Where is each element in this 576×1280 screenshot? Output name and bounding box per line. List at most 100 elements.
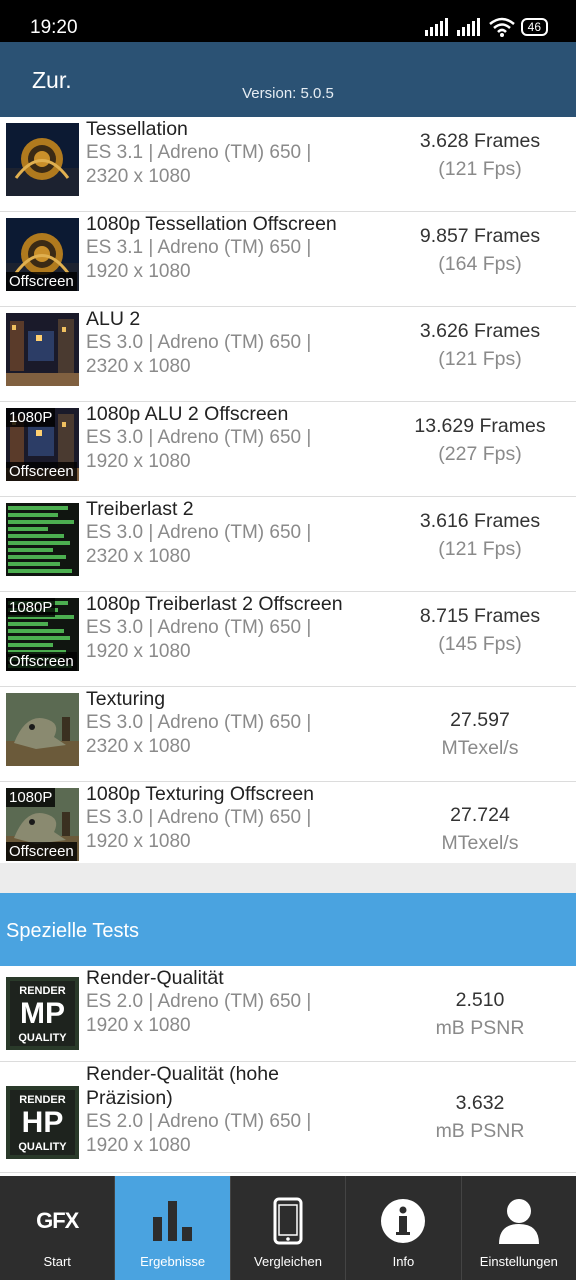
score-unit: (164 Fps) (438, 253, 522, 275)
score-value: 3.626 Frames (419, 320, 541, 342)
test-score: 3.616 Frames (121 Fps) (382, 507, 576, 563)
test-resolution: 1920 x 1080 (86, 1135, 191, 1156)
alu-icon: 1080P Offscreen (6, 408, 79, 481)
test-row[interactable]: Treiberlast 2 ES 3.0 | Adreno (TM) 650 | 2… (0, 497, 576, 592)
clock: 19:20 (30, 17, 78, 38)
resolution-badge: 1080P (6, 788, 56, 807)
special-test-row[interactable]: RENDER HP QUALITY Render-Qualität (hohe Präz… (0, 1062, 576, 1173)
texturing-icon (6, 693, 79, 766)
score-value: 13.629 Frames (414, 415, 546, 437)
score-value: 2.510 (455, 989, 505, 1011)
test-resolution: 1920 x 1080 (86, 1015, 191, 1036)
version-label: Version: 5.0.5 (242, 85, 334, 102)
score-value: 9.857 Frames (419, 225, 541, 247)
score-value: 27.597 (450, 709, 510, 731)
badge-quality: QUALITY (18, 1032, 67, 1044)
tab-label: Ergebnisse (140, 1254, 206, 1269)
test-score: 27.597 MTexel/s (382, 706, 576, 762)
test-resolution: 2320 x 1080 (86, 356, 191, 377)
test-title: Treiberlast 2 (86, 498, 194, 520)
tab-vergleichen[interactable]: Vergleichen (229, 1176, 345, 1280)
render-quality-icon: RENDER HP QUALITY (6, 1086, 79, 1159)
test-score: 3.632 mB PSNR (382, 1089, 576, 1145)
test-title: ALU 2 (86, 308, 141, 330)
user-icon (498, 1199, 539, 1244)
test-score: 3.626 Frames (121 Fps) (382, 317, 576, 373)
score-value: 3.632 (455, 1092, 505, 1114)
offscreen-badge: Offscreen (6, 842, 77, 861)
test-results-list: Tessellation ES 3.1 | Adreno (TM) 650 | 23… (0, 117, 576, 877)
badge-mode: MP (20, 997, 65, 1030)
badge-mode: HP (21, 1106, 64, 1139)
score-value: 27.724 (450, 804, 510, 826)
resolution-badge: 1080P (6, 598, 56, 617)
tab-label: Einstellungen (479, 1254, 558, 1269)
test-row[interactable]: Tessellation ES 3.1 | Adreno (TM) 650 | 23… (0, 117, 576, 212)
info-icon (381, 1199, 426, 1243)
test-api: ES 2.0 | Adreno (TM) 650 | (86, 1111, 312, 1132)
tab-ergebnisse[interactable]: Ergebnisse (114, 1176, 230, 1280)
test-api: ES 3.0 | Adreno (TM) 650 | (86, 332, 312, 353)
section-spacer (0, 863, 576, 893)
test-score: 9.857 Frames (164 Fps) (382, 222, 576, 278)
test-api: ES 3.0 | Adreno (TM) 650 | (86, 712, 312, 733)
test-row[interactable]: Texturing ES 3.0 | Adreno (TM) 650 | 2320 … (0, 687, 576, 782)
test-title: 1080p Tessellation Offscreen (86, 213, 337, 235)
section-title: Spezielle Tests (6, 920, 140, 942)
status-bar: 19:20 46 (0, 0, 576, 42)
resolution-badge: 1080P (6, 408, 56, 427)
test-score: 13.629 Frames (227 Fps) (382, 412, 576, 468)
test-title: Texturing (86, 688, 166, 710)
test-row[interactable]: 1080P Offscreen 1080p Treiberlast 2 Offscr… (0, 592, 576, 687)
test-row[interactable]: Offscreen 1080p Tessellation Offscreen ES … (0, 212, 576, 307)
alu-icon (6, 313, 79, 386)
score-unit: mB PSNR (435, 1017, 525, 1039)
bottom-navigation: GFX Start Ergebnisse Vergleichen Info Ei… (0, 1176, 576, 1280)
test-resolution: 1920 x 1080 (86, 451, 191, 472)
driver-icon (6, 503, 79, 576)
battery-indicator: 46 (520, 18, 548, 36)
tab-einstellungen[interactable]: Einstellungen (460, 1176, 576, 1280)
test-title: Render-Qualität (86, 967, 224, 989)
test-row[interactable]: ALU 2 ES 3.0 | Adreno (TM) 650 | 2320 x 10… (0, 307, 576, 402)
tab-start[interactable]: GFX Start (0, 1176, 114, 1280)
score-unit: (227 Fps) (438, 443, 522, 465)
test-api: ES 3.1 | Adreno (TM) 650 | (86, 142, 312, 163)
offscreen-badge: Offscreen (6, 462, 77, 481)
test-title: Tessellation (86, 118, 188, 140)
tab-label: Start (43, 1254, 71, 1269)
test-title: 1080p Treiberlast 2 Offscreen (86, 593, 343, 615)
badge-render: RENDER (19, 985, 66, 997)
test-api: ES 3.0 | Adreno (TM) 650 | (86, 427, 312, 448)
score-value: 8.715 Frames (419, 605, 541, 627)
signal-icon (424, 18, 448, 36)
test-row[interactable]: 1080P Offscreen 1080p ALU 2 Offscreen ES 3.… (0, 402, 576, 497)
signal-icon (456, 18, 480, 36)
test-score: 27.724 MTexel/s (382, 801, 576, 857)
tessellation-icon: Offscreen (6, 218, 79, 291)
texturing-icon: 1080P Offscreen (6, 788, 79, 861)
test-score: 2.510 mB PSNR (382, 986, 576, 1042)
section-header: Spezielle Tests (0, 893, 576, 966)
test-resolution: 2320 x 1080 (86, 166, 191, 187)
test-resolution: 1920 x 1080 (86, 261, 191, 282)
tessellation-icon (6, 123, 79, 196)
test-api: ES 3.0 | Adreno (TM) 650 | (86, 522, 312, 543)
test-title: Render-Qualität (hohe (86, 1063, 279, 1085)
test-resolution: 1920 x 1080 (86, 641, 191, 662)
score-unit: mB PSNR (435, 1120, 525, 1142)
score-unit: (121 Fps) (438, 158, 522, 180)
test-api: ES 3.0 | Adreno (TM) 650 | (86, 617, 312, 638)
test-api: ES 2.0 | Adreno (TM) 650 | (86, 991, 312, 1012)
score-unit: (121 Fps) (438, 348, 522, 370)
score-unit: (145 Fps) (438, 633, 522, 655)
test-resolution: 2320 x 1080 (86, 546, 191, 567)
test-api: ES 3.0 | Adreno (TM) 650 | (86, 807, 312, 828)
score-value: 3.628 Frames (419, 130, 541, 152)
score-unit: MTexel/s (441, 832, 519, 854)
phone-icon (273, 1197, 303, 1245)
test-title: 1080p ALU 2 Offscreen (86, 403, 289, 425)
special-test-row[interactable]: RENDER MP QUALITY Render-Qualität ES 2.0 | A… (0, 966, 576, 1062)
test-title: 1080p Texturing Offscreen (86, 783, 315, 805)
tab-info[interactable]: Info (345, 1176, 460, 1280)
